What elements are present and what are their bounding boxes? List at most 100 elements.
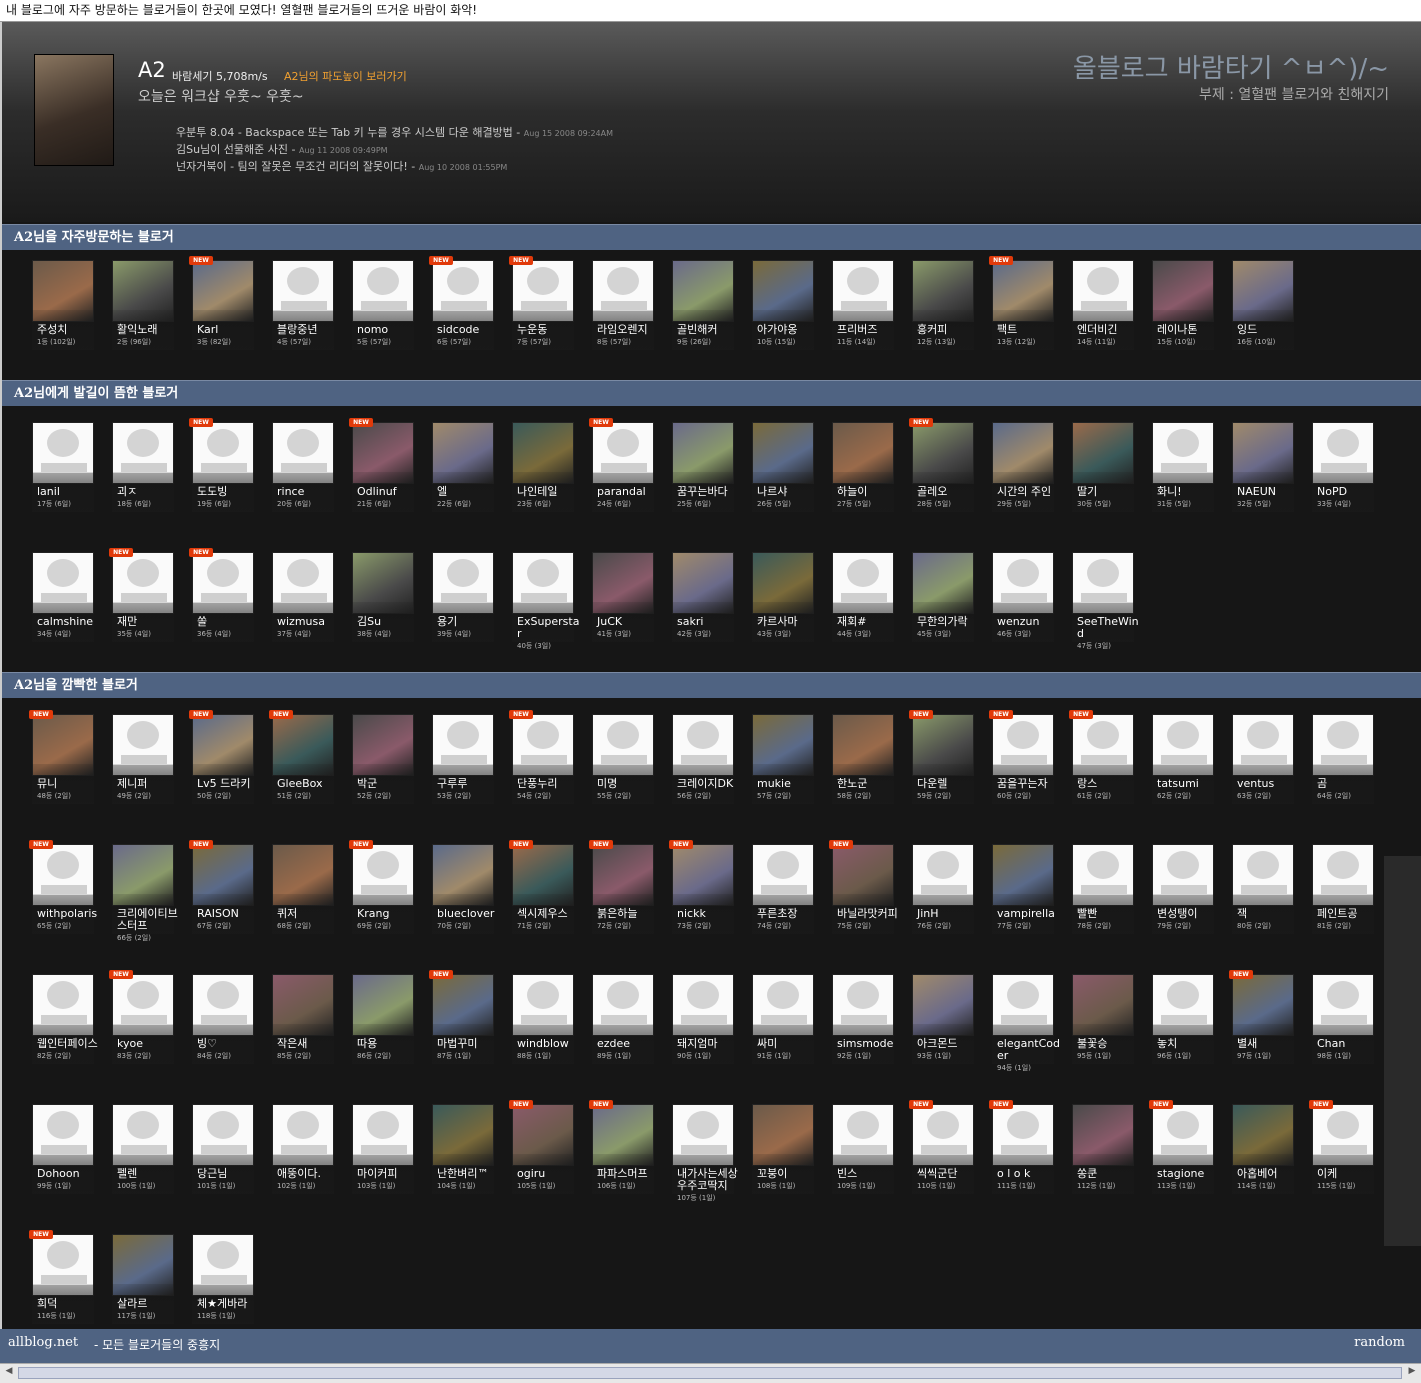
blogger-name[interactable]: 싸미 [757,1038,821,1050]
scroll-left-arrow-icon[interactable]: ◀ [2,1366,16,1380]
post-title[interactable]: 우분투 8.04 - Backspace 또는 Tab 키 누를 경우 시스템 … [176,126,513,139]
blogger-tile[interactable]: 한노군 58등 (2일) [832,714,894,830]
blogger-tile[interactable]: 변성탱이 79등 (2일) [1152,844,1214,960]
blogger-name[interactable]: windblow [517,1038,581,1050]
blogger-tile[interactable]: 꿈꾸는바다 25등 (6일) [672,422,734,538]
blogger-name[interactable]: RAISON [197,908,261,920]
blogger-name[interactable]: 미명 [597,778,661,790]
blogger-name[interactable]: nickk [677,908,741,920]
blogger-tile[interactable]: Chan 98등 (1일) [1312,974,1374,1090]
blogger-name[interactable]: lanil [37,486,101,498]
blogger-name[interactable]: NoPD [1317,486,1381,498]
blogger-tile[interactable]: 빈스 109등 (1일) [832,1104,894,1220]
blogger-name[interactable]: simsmode [837,1038,901,1050]
blogger-name[interactable]: 제니퍼 [117,778,181,790]
blogger-name[interactable]: 라임오렌지 [597,324,661,336]
blogger-name[interactable]: 하늘이 [837,486,901,498]
blogger-tile[interactable]: 카르사마 43등 (3일) [752,552,814,668]
blogger-tile[interactable]: JinH 76등 (2일) [912,844,974,960]
blogger-name[interactable]: 섹시제우스 [517,908,581,920]
blogger-name[interactable]: withpolaris [37,908,101,920]
blogger-name[interactable]: 펠렌 [117,1168,181,1180]
blogger-tile[interactable]: 활익노래 2등 (96일) [112,260,174,376]
blogger-name[interactable]: 활익노래 [117,324,181,336]
blogger-tile[interactable]: 곰 64등 (2일) [1312,714,1374,830]
blogger-name[interactable]: Dohoon [37,1168,101,1180]
scroll-thumb[interactable] [18,1367,1402,1379]
blogger-tile[interactable]: 싸미 91등 (1일) [752,974,814,1090]
blogger-tile[interactable]: 나르샤 26등 (5일) [752,422,814,538]
blogger-name[interactable]: 다운렐 [917,778,981,790]
blogger-tile[interactable]: 놓치 96등 (1일) [1152,974,1214,1090]
blogger-name[interactable]: 나르샤 [757,486,821,498]
blogger-name[interactable]: 웹인터페이스 [37,1038,101,1050]
blogger-name[interactable]: 작은새 [277,1038,341,1050]
blogger-name[interactable]: wizmusa [277,616,341,628]
blogger-name[interactable]: 나인테일 [517,486,581,498]
blogger-tile[interactable]: NEW ogiru 105등 (1일) [509,1100,574,1220]
blogger-name[interactable]: o l o k [997,1168,1061,1180]
blogger-tile[interactable]: blueclover 70등 (2일) [432,844,494,960]
blogger-tile[interactable]: 잉드 16등 (10일) [1232,260,1294,376]
blogger-tile[interactable]: 푸른초장 74등 (2일) [752,844,814,960]
blogger-name[interactable]: 주성치 [37,324,101,336]
blogger-name[interactable]: 퀴저 [277,908,341,920]
blogger-tile[interactable]: 엘 22등 (6일) [432,422,494,538]
blogger-name[interactable]: 내가사는세상우주코딱지 [677,1168,741,1192]
blogger-name[interactable]: 박군 [357,778,421,790]
blogger-name[interactable]: 아크몬드 [917,1038,981,1050]
owner-avatar[interactable] [34,54,114,166]
blogger-tile[interactable]: NEW parandal 24등 (6일) [589,418,654,538]
blogger-tile[interactable]: 박군 52등 (2일) [352,714,414,830]
blogger-name[interactable]: 놓치 [1157,1038,1221,1050]
blogger-tile[interactable]: 주성치 1등 (102일) [32,260,94,376]
blogger-name[interactable]: 마이커피 [357,1168,421,1180]
blogger-name[interactable]: JinH [917,908,981,920]
blogger-tile[interactable]: NEW Odlinuf 21등 (6일) [349,418,414,538]
blogger-name[interactable]: kyoe [117,1038,181,1050]
blogger-name[interactable]: 무한의가락 [917,616,981,628]
blogger-name[interactable]: 돼지엄마 [677,1038,741,1050]
blogger-name[interactable]: 푸른초장 [757,908,821,920]
blogger-tile[interactable]: ezdee 89등 (1일) [592,974,654,1090]
blogger-tile[interactable]: NEW 누운동 7등 (57일) [509,256,574,376]
blogger-tile[interactable]: 아홉베어 114등 (1일) [1232,1104,1294,1220]
blogger-tile[interactable]: NoPD 33등 (4일) [1312,422,1374,538]
blogger-tile[interactable]: NEW RAISON 67등 (2일) [189,840,254,960]
blogger-tile[interactable]: 펠렌 100등 (1일) [112,1104,174,1220]
blogger-name[interactable]: Odlinuf [357,486,421,498]
random-button[interactable]: random [1354,1335,1405,1350]
blogger-tile[interactable]: NEW 골레오 28등 (5일) [909,418,974,538]
blogger-tile[interactable]: lanil 17등 (6일) [32,422,94,538]
blogger-name[interactable]: 희덕 [37,1298,101,1310]
blogger-tile[interactable]: 따용 86등 (2일) [352,974,414,1090]
blogger-tile[interactable]: elegantCoder 94등 (1일) [992,974,1060,1090]
blogger-name[interactable]: 카르사마 [757,616,821,628]
blogger-name[interactable]: 팩트 [997,324,1061,336]
blogger-tile[interactable]: 아크몬드 93등 (1일) [912,974,974,1090]
blogger-tile[interactable]: rince 20등 (6일) [272,422,334,538]
blogger-name[interactable]: 쏭쿤 [1077,1168,1141,1180]
blogger-tile[interactable]: NEW 씩씩군단 110등 (1일) [909,1100,974,1220]
blogger-tile[interactable]: 하늘이 27등 (5일) [832,422,894,538]
blogger-tile[interactable]: 돼지엄마 90등 (1일) [672,974,734,1090]
blogger-name[interactable]: 빈스 [837,1168,901,1180]
blogger-name[interactable]: blueclover [437,908,501,920]
blogger-name[interactable]: 딸기 [1077,486,1141,498]
blogger-tile[interactable]: 골빈해커 9등 (26일) [672,260,734,376]
blogger-name[interactable]: 변성탱이 [1157,908,1221,920]
blogger-tile[interactable]: 레이나톤 15등 (10일) [1152,260,1214,376]
blogger-name[interactable]: 바닐라맛커피 [837,908,901,920]
blogger-tile[interactable]: NEW withpolaris 65등 (2일) [29,840,97,960]
blogger-tile[interactable]: windblow 88등 (1일) [512,974,574,1090]
blogger-name[interactable]: 프리버즈 [837,324,901,336]
blogger-tile[interactable]: 용기 39등 (4일) [432,552,494,668]
blogger-name[interactable]: calmshine [37,616,101,628]
blogger-name[interactable]: 단풍누리 [517,778,581,790]
blogger-name[interactable]: JuCK [597,616,661,628]
blogger-name[interactable]: Chan [1317,1038,1381,1050]
blogger-tile[interactable]: 불꽃승 95등 (1일) [1072,974,1134,1090]
blogger-name[interactable]: tatsumi [1157,778,1221,790]
blogger-tile[interactable]: NEW sidcode 6등 (57일) [429,256,494,376]
blogger-name[interactable]: 재회# [837,616,901,628]
